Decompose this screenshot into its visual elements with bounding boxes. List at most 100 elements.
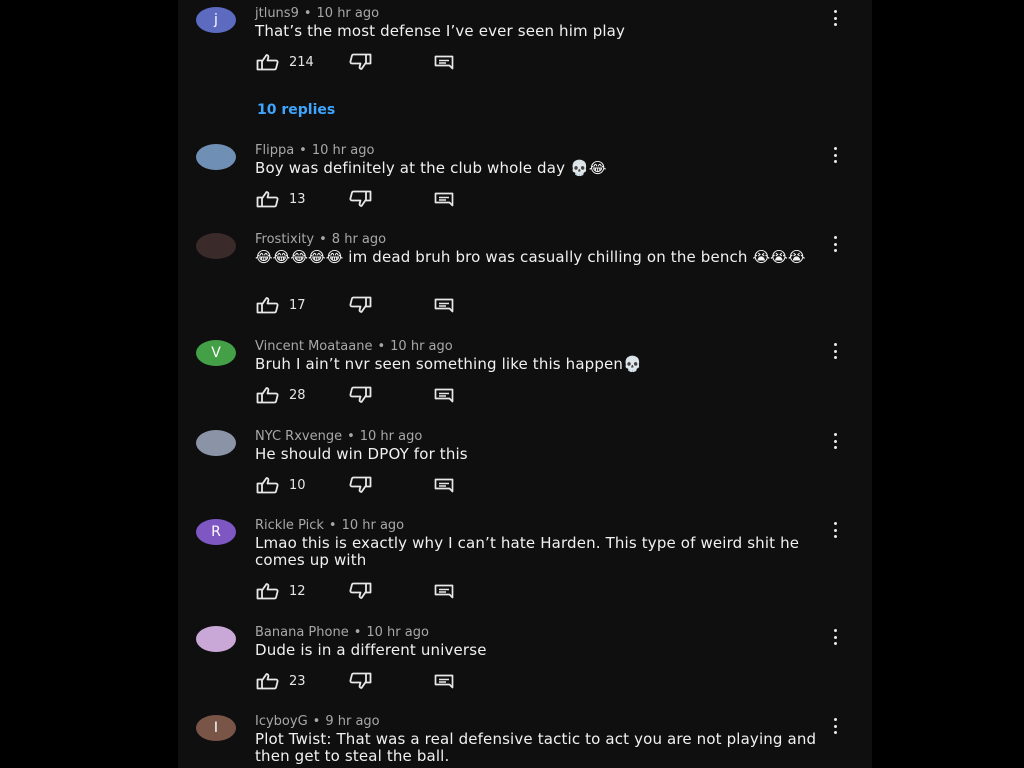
dislike-button[interactable] <box>348 190 372 208</box>
like-button[interactable]: 10 <box>256 476 306 494</box>
comment-text: He should win DPOY for this <box>255 445 468 463</box>
meta-separator: • <box>377 339 386 354</box>
comment-time: 9 hr ago <box>325 714 380 729</box>
thumb-up-icon <box>256 583 279 600</box>
comment-meta: Frostixity • 8 hr ago <box>255 232 386 247</box>
comment-actions: 10 <box>256 476 516 496</box>
comment-text: Boy was definitely at the club whole day… <box>255 159 607 177</box>
comments-panel: j jtluns9 • 10 hr ago That’s the most defe… <box>178 0 872 768</box>
like-button[interactable]: 28 <box>256 386 306 404</box>
more-options-icon[interactable] <box>829 343 841 359</box>
more-options-icon[interactable] <box>829 236 841 252</box>
comment-actions: 13 <box>256 190 516 210</box>
more-options-icon[interactable] <box>829 433 841 449</box>
meta-separator: • <box>299 143 307 158</box>
thumb-up-icon <box>256 673 279 690</box>
thumb-up-icon <box>256 387 279 404</box>
like-button[interactable]: 214 <box>256 53 314 71</box>
like-count: 12 <box>289 583 306 599</box>
comment-meta: NYC Rxvenge • 10 hr ago <box>255 429 422 444</box>
like-count: 214 <box>289 54 314 70</box>
like-count: 28 <box>289 387 306 403</box>
like-button[interactable]: 13 <box>256 190 306 208</box>
comment-icon <box>434 192 454 207</box>
avatar[interactable]: V <box>196 340 236 366</box>
comment-text: 😂😂😂😂😂 im dead bruh bro was casually chil… <box>255 248 806 266</box>
reply-button[interactable] <box>434 388 454 403</box>
reply-button[interactable] <box>434 478 454 493</box>
comment-meta: Vincent Moataane • 10 hr ago <box>255 339 453 354</box>
meta-separator: • <box>312 714 321 729</box>
comment-author[interactable]: Frostixity <box>255 232 314 247</box>
like-count: 13 <box>289 191 306 207</box>
comment-icon <box>434 674 454 689</box>
comment-author[interactable]: Vincent Moataane <box>255 339 372 354</box>
comment-text: Lmao this is exactly why I can’t hate Ha… <box>255 534 800 569</box>
reply-button[interactable] <box>434 584 454 599</box>
like-count: 10 <box>289 477 306 493</box>
comment-author[interactable]: NYC Rxvenge <box>255 429 342 444</box>
comment-time: 10 hr ago <box>359 429 423 444</box>
thumb-down-icon <box>349 476 372 493</box>
comment-actions: 214 <box>256 53 516 73</box>
comment-actions: 28 <box>256 386 516 406</box>
comment-meta: Flippa • 10 hr ago <box>255 143 374 158</box>
meta-separator: • <box>353 625 362 640</box>
meta-separator: • <box>319 232 327 247</box>
dislike-button[interactable] <box>348 296 372 314</box>
avatar[interactable]: I <box>196 715 236 741</box>
comment-author[interactable]: IcyboyG <box>255 714 308 729</box>
thumb-up-icon <box>256 477 279 494</box>
comment-text: Bruh I ain’t nvr seen something like thi… <box>255 355 642 373</box>
avatar[interactable]: j <box>196 7 236 33</box>
more-options-icon[interactable] <box>829 10 841 26</box>
like-button[interactable]: 23 <box>256 672 306 690</box>
comment-author[interactable]: Rickle Pick <box>255 518 324 533</box>
comment-meta: IcyboyG • 9 hr ago <box>255 714 380 729</box>
thumb-down-icon <box>349 672 372 689</box>
reply-button[interactable] <box>434 55 454 70</box>
comment-author[interactable]: Flippa <box>255 143 294 158</box>
reply-button[interactable] <box>434 298 454 313</box>
avatar[interactable] <box>196 144 236 170</box>
thumb-down-icon <box>349 296 372 313</box>
comment-icon <box>434 388 454 403</box>
comment-actions: 23 <box>256 672 516 692</box>
comment-time: 10 hr ago <box>390 339 453 354</box>
comment-time: 8 hr ago <box>331 232 387 247</box>
meta-separator: • <box>303 6 312 21</box>
comment-text: Dude is in a different universe <box>255 641 487 659</box>
comment-author[interactable]: jtluns9 <box>255 6 299 21</box>
thumb-down-icon <box>349 190 372 207</box>
meta-separator: • <box>347 429 355 444</box>
dislike-button[interactable] <box>348 53 372 71</box>
more-options-icon[interactable] <box>829 629 841 645</box>
comment-author[interactable]: Banana Phone <box>255 625 349 640</box>
dislike-button[interactable] <box>348 386 372 404</box>
comment-meta: Banana Phone • 10 hr ago <box>255 625 429 640</box>
comment-icon <box>434 584 454 599</box>
thumb-down-icon <box>349 386 372 403</box>
avatar[interactable] <box>196 430 236 456</box>
thumb-down-icon <box>349 582 372 599</box>
dislike-button[interactable] <box>348 476 372 494</box>
reply-button[interactable] <box>434 192 454 207</box>
avatar[interactable]: R <box>196 519 236 545</box>
thumb-up-icon <box>256 191 279 208</box>
thumb-up-icon <box>256 297 279 314</box>
dislike-button[interactable] <box>348 582 372 600</box>
comment-time: 10 hr ago <box>366 625 429 640</box>
view-replies-link[interactable]: 10 replies <box>257 102 335 118</box>
like-count: 17 <box>289 297 306 313</box>
reply-button[interactable] <box>434 674 454 689</box>
avatar[interactable] <box>196 233 236 259</box>
comment-actions: 12 <box>256 582 516 602</box>
avatar[interactable] <box>196 626 236 652</box>
like-button[interactable]: 17 <box>256 296 306 314</box>
comment-icon <box>434 298 454 313</box>
dislike-button[interactable] <box>348 672 372 690</box>
like-button[interactable]: 12 <box>256 582 306 600</box>
more-options-icon[interactable] <box>829 147 841 163</box>
more-options-icon[interactable] <box>829 718 841 734</box>
more-options-icon[interactable] <box>829 522 841 538</box>
